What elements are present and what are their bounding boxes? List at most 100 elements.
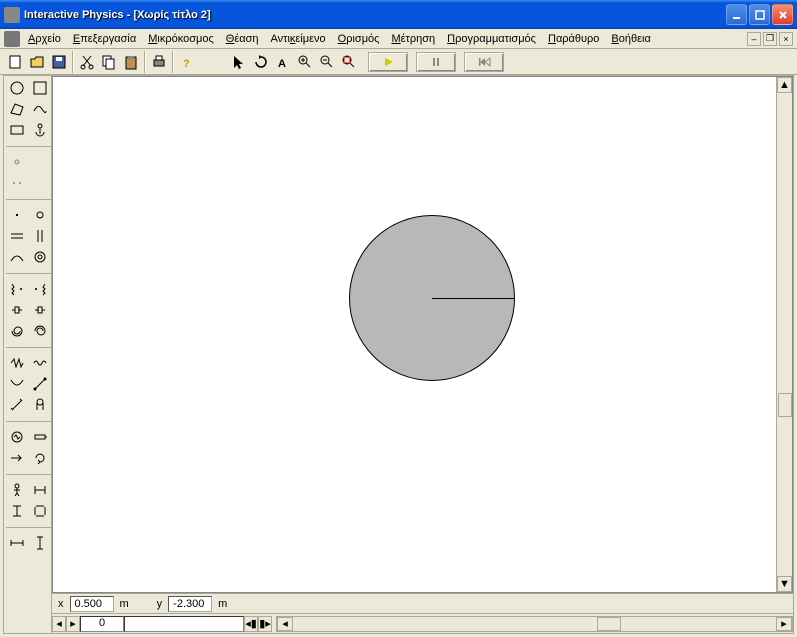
force-tool[interactable] <box>6 448 28 468</box>
pin-tool[interactable] <box>29 205 51 225</box>
point2-tool[interactable] <box>6 173 28 193</box>
spring1-tool[interactable] <box>6 279 28 299</box>
text-icon: A <box>275 54 291 70</box>
measure1-tool[interactable] <box>6 533 28 553</box>
canvas[interactable]: ▲ ▼ <box>52 76 793 593</box>
torque-tool[interactable] <box>29 448 51 468</box>
menu-help[interactable]: Βοήθεια <box>605 31 656 47</box>
minimize-button[interactable] <box>726 4 747 25</box>
menu-view[interactable]: Θέαση <box>220 31 265 47</box>
polygon-tool[interactable] <box>6 99 28 119</box>
joint1-tool[interactable] <box>6 480 28 500</box>
rotspring2-icon <box>32 323 48 339</box>
frame-step-fwd-button[interactable]: ▮▸ <box>258 616 272 632</box>
save-button[interactable] <box>48 51 70 73</box>
mdi-minimize-button[interactable]: – <box>747 32 761 46</box>
frame-next-button[interactable]: ▸ <box>66 616 80 632</box>
zoom-out-icon <box>319 54 335 70</box>
zoom-fit-tool[interactable] <box>338 51 360 73</box>
point-tool[interactable] <box>6 152 28 172</box>
mdi-restore-button[interactable]: ❐ <box>763 32 777 46</box>
anchor-tool[interactable] <box>29 120 51 140</box>
cut-button[interactable] <box>76 51 98 73</box>
joint3-tool[interactable] <box>6 501 28 521</box>
menu-measure[interactable]: Μέτρηση <box>385 31 441 47</box>
cross-icon <box>32 503 48 519</box>
maximize-button[interactable] <box>749 4 770 25</box>
spring2-tool[interactable] <box>29 279 51 299</box>
frame-prev-button[interactable]: ◂ <box>52 616 66 632</box>
open-button[interactable] <box>26 51 48 73</box>
copy-icon <box>101 54 117 70</box>
sep-tool[interactable] <box>6 395 28 415</box>
menu-define[interactable]: Ορισμός <box>332 31 386 47</box>
gear-tool[interactable] <box>29 247 51 267</box>
zoom-in-tool[interactable] <box>294 51 316 73</box>
rect-tool[interactable] <box>6 120 28 140</box>
damper2-tool[interactable] <box>29 300 51 320</box>
mdi-app-icon[interactable] <box>4 31 20 47</box>
curved-tool[interactable] <box>29 99 51 119</box>
small-point-tool[interactable] <box>6 205 28 225</box>
force1-tool[interactable] <box>6 353 28 373</box>
menu-file[interactable]: Αρχείο <box>22 31 67 47</box>
close-button[interactable] <box>772 4 793 25</box>
new-button[interactable] <box>4 51 26 73</box>
text-tool[interactable]: A <box>272 51 294 73</box>
run-button[interactable] <box>368 52 408 72</box>
scroll-down-button[interactable]: ▼ <box>777 576 792 592</box>
menu-world[interactable]: Μικρόκοσμος <box>142 31 220 47</box>
rotspring2-tool[interactable] <box>29 321 51 341</box>
svg-text:?: ? <box>183 58 190 70</box>
measure2-tool[interactable] <box>29 533 51 553</box>
dots-icon <box>9 175 25 191</box>
menu-object[interactable]: Αντικείμενο <box>264 31 331 47</box>
hbar-tool[interactable] <box>6 226 28 246</box>
force2-tool[interactable] <box>29 353 51 373</box>
curve-tool[interactable] <box>6 247 28 267</box>
zoom-in-icon <box>297 54 313 70</box>
joint2-tool[interactable] <box>29 480 51 500</box>
scroll-up-button[interactable]: ▲ <box>777 77 792 93</box>
circle-tool[interactable] <box>6 78 28 98</box>
joint4-tool[interactable] <box>29 501 51 521</box>
square-tool[interactable] <box>29 78 51 98</box>
frame-track[interactable] <box>124 616 244 632</box>
damper1-tool[interactable] <box>6 300 28 320</box>
hscroll-thumb[interactable] <box>597 617 621 631</box>
mdi-close-button[interactable]: × <box>779 32 793 46</box>
rotate-tool[interactable] <box>250 51 272 73</box>
spring2-icon <box>32 281 48 297</box>
scroll-thumb[interactable] <box>778 393 792 417</box>
rotspring1-tool[interactable] <box>6 321 28 341</box>
menu-edit[interactable]: Επεξεργασία <box>67 31 142 47</box>
frame-step-back-button[interactable]: ◂▮ <box>244 616 258 632</box>
print-button[interactable] <box>148 51 170 73</box>
menu-script[interactable]: Προγραμματισμός <box>441 31 542 47</box>
copy-button[interactable] <box>98 51 120 73</box>
y-value: -2.300 <box>168 596 212 612</box>
horizontal-scrollbar[interactable]: ◂ ▸ <box>276 616 793 632</box>
reset-button[interactable] <box>464 52 504 72</box>
rod-tool[interactable] <box>29 374 51 394</box>
actuator-tool[interactable] <box>29 427 51 447</box>
frame-value[interactable]: 0 <box>80 616 124 632</box>
paste-button[interactable] <box>120 51 142 73</box>
help-button[interactable]: ? <box>176 51 198 73</box>
svg-text:A: A <box>278 58 286 70</box>
menu-window[interactable]: Παράθυρο <box>542 31 605 47</box>
zoom-out-tool[interactable] <box>316 51 338 73</box>
save-icon <box>51 54 67 70</box>
pulley-tool[interactable] <box>29 395 51 415</box>
vertical-scrollbar[interactable]: ▲ ▼ <box>776 77 792 592</box>
workspace: ▲ ▼ x 0.500 m y -2.300 m ◂ ▸ 0 ◂▮ ▮▸ ◂ ▸ <box>3 75 794 634</box>
scroll-left-button[interactable]: ◂ <box>277 617 293 631</box>
pointer-tool[interactable] <box>228 51 250 73</box>
motor-tool[interactable] <box>6 427 28 447</box>
stop-button[interactable] <box>416 52 456 72</box>
vbar-tool[interactable] <box>29 226 51 246</box>
rope-tool[interactable] <box>6 374 28 394</box>
scroll-right-button[interactable]: ▸ <box>776 617 792 631</box>
radius-indicator <box>432 298 515 299</box>
title-bar: Interactive Physics - [Χωρίς τίτλο 2] <box>0 0 797 29</box>
